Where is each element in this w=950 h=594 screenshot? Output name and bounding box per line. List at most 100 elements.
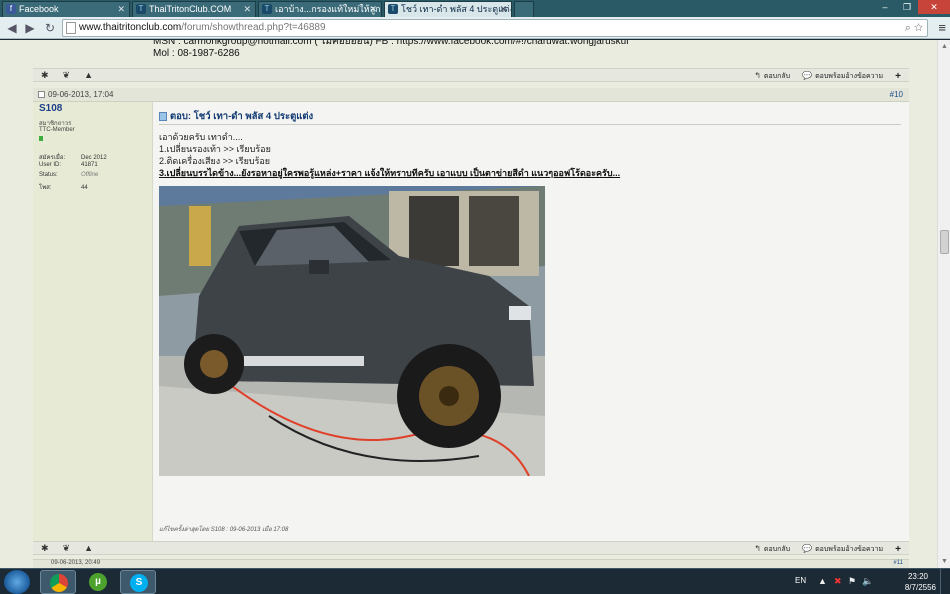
forum-thread: MSN : carmonkgroup@hotmail.com ( ไม่ค่อย… (33, 40, 909, 568)
quote-reply-button[interactable]: 💬 ตอบพร้อมอ้างข้อความ (802, 544, 883, 555)
post-body-emphasis: 3.เปลี่ยนบรรไดข้าง...ยังรอหาอยู่ใครพอรู้… (159, 168, 621, 178)
clock-time[interactable]: 23:20 (908, 572, 928, 581)
close-tab-icon[interactable]: ✕ (117, 2, 125, 16)
page-viewport: MSN : carmonkgroup@hotmail.com ( ไม่ค่อย… (0, 40, 950, 568)
tab-label: โชว์ เทา-ดำ พลัส 4 ประตูแต่ง (401, 4, 512, 14)
new-tab-button[interactable] (514, 1, 534, 17)
scroll-thumb[interactable] (940, 230, 949, 254)
close-tab-icon[interactable]: ✕ (499, 2, 507, 16)
close-window-button[interactable]: ✕ (918, 0, 950, 14)
maximize-button[interactable]: ❐ (896, 0, 918, 14)
user-status: Status: Offline (39, 172, 99, 178)
site-favicon-icon: T (388, 4, 398, 14)
quote-reply-button[interactable]: 💬 ตอบพร้อมอ้างข้อความ (802, 71, 883, 82)
truck-photo-drawing (159, 186, 545, 476)
post-date: 09-06-2013, 17:04 (48, 90, 114, 99)
tab-current-thread[interactable]: T โชว์ เทา-ดำ พลัส 4 ประตูแต่ง ✕ (384, 1, 512, 17)
reputation-bar (39, 136, 43, 141)
post-content: ตอบ: โชว์ เทา-ดำ พลัส 4 ประตูแต่ง เอาด้ว… (153, 102, 909, 541)
user-post-count: โพส: 44 (39, 185, 88, 191)
reply-icon: ↰ (754, 544, 761, 553)
taskbar-app-skype[interactable]: S (120, 570, 156, 594)
reload-button[interactable]: ↻ (42, 20, 58, 36)
tab-label: เอาบ้าง...กรองแท้ใหม่ให้ลูก (275, 4, 381, 14)
multiquote-icon[interactable]: + (895, 71, 901, 82)
tray-expand-icon[interactable]: ▲ (818, 576, 827, 586)
reply-button[interactable]: ↰ ตอบกลับ (754, 71, 790, 82)
next-post-number[interactable]: #11 (893, 560, 903, 566)
minimize-button[interactable]: – (874, 0, 896, 14)
post-action-bar: ✱ ❦ ▲ ↰ ตอบกลับ 💬 ตอบพร้อมอ้างข้อความ + (33, 68, 909, 82)
report-icon[interactable]: ▲ (84, 70, 93, 81)
post-select-checkbox[interactable] (38, 91, 45, 99)
flag-icon[interactable]: ⚑ (848, 576, 856, 587)
volume-icon[interactable]: 🔈 (862, 576, 873, 587)
network-warning-icon[interactable]: ✖ (834, 576, 842, 587)
reputation-icon[interactable]: ✱ (41, 70, 49, 81)
previous-post-signature: MSN : carmonkgroup@hotmail.com ( ไม่ค่อย… (153, 40, 905, 68)
star-bookmark-icon[interactable]: ☆ (914, 22, 923, 34)
post-user-info: S108 สมาชิกถาวร TTC-Member สมัครเมื่อ: De… (33, 102, 153, 541)
thanks-icon[interactable]: ❦ (63, 543, 71, 554)
document-icon (159, 111, 167, 121)
address-bar[interactable]: www.thaitritonclub.com/forum/showthread.… (62, 19, 928, 37)
next-post-date: 09-06-2013, 20:49 (51, 560, 101, 566)
signature-line: Mol : 08-1987-6286 (153, 48, 240, 59)
utorrent-icon: µ (89, 573, 107, 591)
next-post-header: 09-06-2013, 20:49 #11 (33, 559, 909, 568)
skype-icon: S (130, 574, 148, 592)
url-path: /forum/showthread.php?t=46889 (181, 22, 326, 33)
thanks-icon[interactable]: ❦ (63, 70, 71, 81)
post-title: ตอบ: โชว์ เทา-ดำ พลัส 4 ประตูแต่ง (159, 109, 313, 124)
taskbar-app-utorrent[interactable]: µ (80, 570, 116, 594)
report-icon[interactable]: ▲ (84, 543, 93, 554)
taskbar-app-chrome[interactable] (40, 570, 76, 594)
page-icon (66, 22, 76, 34)
close-tab-icon[interactable]: ✕ (369, 2, 377, 16)
site-favicon-icon: T (136, 4, 146, 14)
post-photo-truck[interactable] (159, 186, 545, 476)
site-favicon-icon: T (262, 4, 272, 14)
reply-button[interactable]: ↰ ตอบกลับ (754, 544, 790, 555)
language-indicator[interactable]: EN (795, 576, 806, 585)
windows-taskbar: µ S EN ▲ ✖ ⚑ 🔈 23:20 8/7/2556 (0, 568, 950, 594)
signature-line: MSN : carmonkgroup@hotmail.com ( ไม่ค่อย… (153, 40, 629, 47)
multiquote-icon[interactable]: + (895, 544, 901, 555)
tab-label: Facebook (19, 4, 59, 14)
quote-icon: 💬 (802, 71, 813, 80)
forward-button[interactable]: ▶ (22, 20, 38, 36)
scroll-down-icon[interactable]: ▼ (940, 557, 949, 566)
clock-date[interactable]: 8/7/2556 (905, 583, 936, 592)
browser-toolbar: ◀ ▶ ↻ www.thaitritonclub.com/forum/showt… (0, 17, 950, 39)
user-group: TTC-Member (39, 127, 75, 133)
user-id: User ID: 41871 (39, 162, 98, 168)
tab-filter-thread[interactable]: T เอาบ้าง...กรองแท้ใหม่ให้ลูก ✕ (258, 1, 382, 17)
chrome-menu-icon[interactable]: ≡ (938, 20, 946, 35)
tab-label: ThaiTritonClub.COM (149, 4, 232, 14)
back-button[interactable]: ◀ (4, 20, 20, 36)
post-header: 09-06-2013, 17:04 #10 (33, 88, 909, 102)
edit-note: แก้ไขครั้งล่าสุดโดย S108 : 09-06-2013 เม… (159, 527, 289, 533)
chrome-icon (50, 574, 68, 592)
tab-thaitritonclub[interactable]: T ThaiTritonClub.COM ✕ (132, 1, 256, 17)
title-divider (159, 124, 901, 125)
close-tab-icon[interactable]: ✕ (243, 2, 251, 16)
reputation-icon[interactable]: ✱ (41, 543, 49, 554)
vertical-scrollbar[interactable]: ▲ ▼ (937, 40, 950, 568)
tab-facebook[interactable]: f Facebook ✕ (2, 1, 130, 17)
quote-icon: 💬 (802, 544, 813, 553)
facebook-icon: f (6, 4, 16, 14)
user-join-date: สมัครเมื่อ: Dec 2012 (39, 155, 107, 161)
url-host: www.thaitritonclub.com (79, 22, 182, 33)
start-button[interactable] (4, 570, 30, 594)
post-number-link[interactable]: #10 (890, 88, 903, 101)
search-icon[interactable]: ⌕ (905, 22, 911, 34)
browser-tab-strip: f Facebook ✕ T ThaiTritonClub.COM ✕ T เอ… (0, 0, 950, 17)
reply-icon: ↰ (754, 71, 761, 80)
scroll-up-icon[interactable]: ▲ (940, 42, 949, 51)
username-link[interactable]: S108 (39, 103, 62, 114)
show-desktop-button[interactable] (940, 569, 950, 594)
post-action-bar: ✱ ❦ ▲ ↰ ตอบกลับ 💬 ตอบพร้อมอ้างข้อความ + (33, 541, 909, 555)
system-tray: EN ▲ ✖ ⚑ 🔈 23:20 8/7/2556 (790, 569, 950, 594)
window-controls: – ❐ ✕ (874, 0, 950, 16)
